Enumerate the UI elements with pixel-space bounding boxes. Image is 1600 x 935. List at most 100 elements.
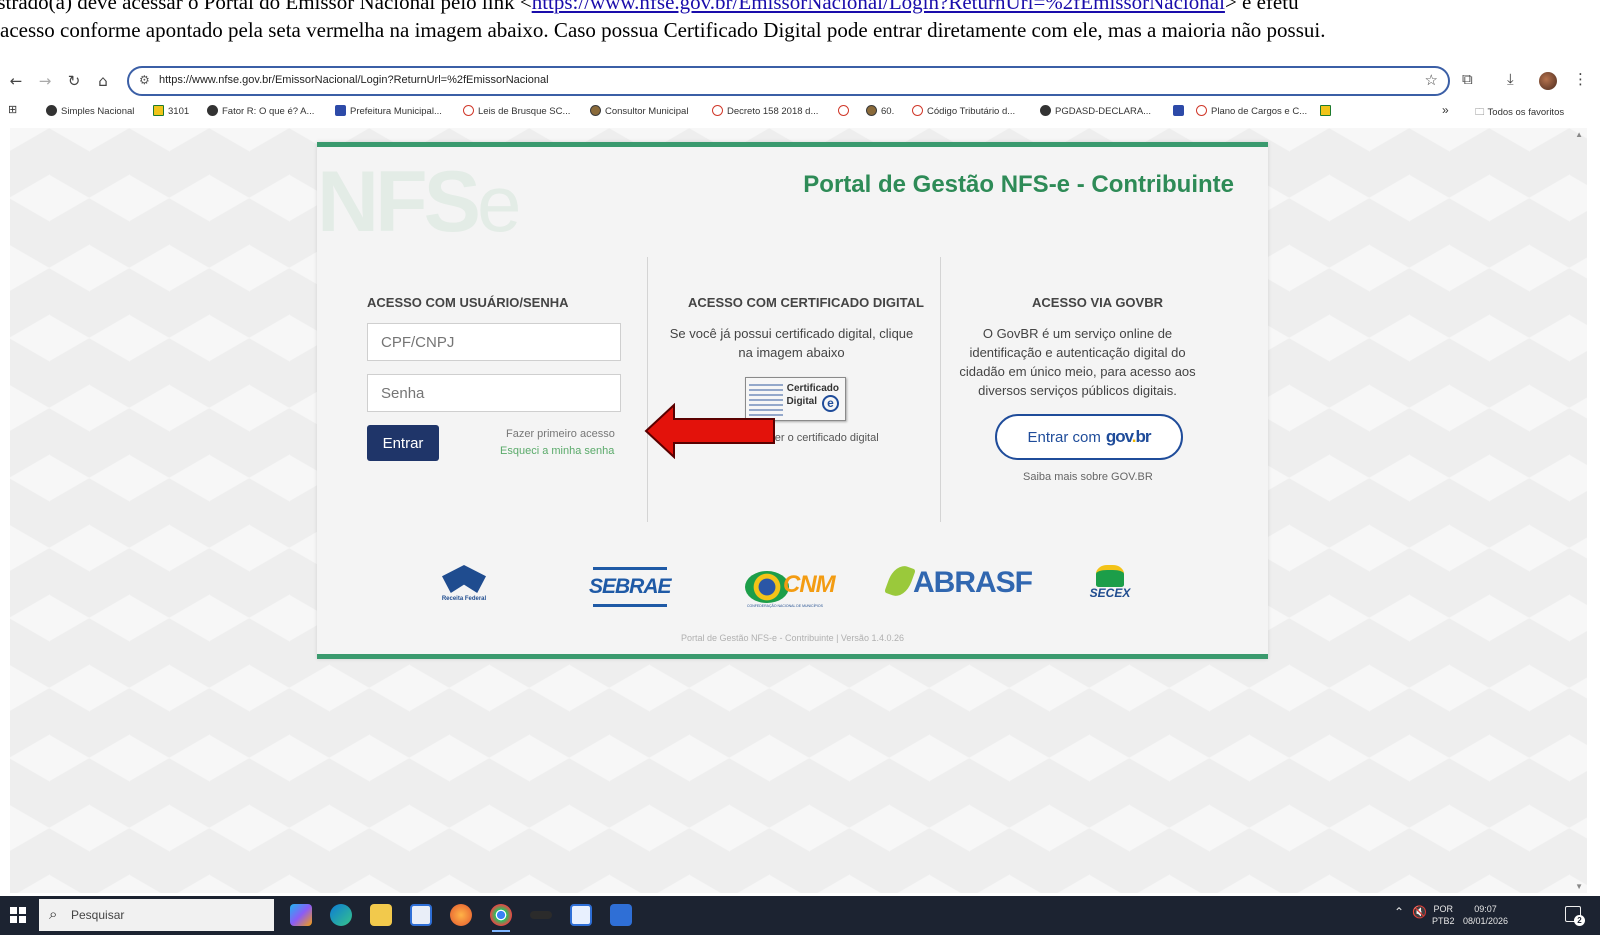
forgot-password-link[interactable]: Esqueci a minha senha (500, 445, 614, 457)
notification-badge: 2 (1574, 915, 1585, 926)
taskbar-search-label: Pesquisar (71, 908, 125, 922)
bookmarks-overflow[interactable]: » (1442, 103, 1449, 117)
chrome-icon[interactable] (490, 904, 512, 932)
bookmark-item[interactable]: Leis de Brusque SC... (463, 105, 570, 117)
secex-icon (1096, 565, 1124, 587)
flag-icon (1320, 105, 1331, 116)
abrasf-logo: ABRASF (884, 562, 1033, 600)
govbr-description: O GovBR é um serviço online de identific… (959, 326, 1196, 398)
bookmark-item[interactable]: Fator R: O que é? A... (207, 105, 314, 117)
bookmark-item[interactable] (1320, 105, 1335, 117)
bookmark-item[interactable]: Plano de Cargos e C... (1196, 105, 1307, 117)
apps-grid-icon[interactable]: ⊞ (8, 103, 17, 116)
profile-avatar[interactable] (1539, 72, 1557, 90)
copilot-icon[interactable] (290, 904, 312, 926)
leaf-icon (884, 562, 916, 600)
all-bookmarks[interactable]: 🗀 Todos os favoritos (1475, 105, 1564, 121)
bookmark-item[interactable]: PGDASD-DECLARA... (1040, 105, 1151, 117)
nfse-logo: NFSe (317, 154, 521, 250)
download-icon[interactable]: ⤓ (1507, 70, 1514, 88)
bookmark-item[interactable]: 3101 (153, 105, 189, 117)
bookmark-item[interactable]: Código Tributário d... (912, 105, 1015, 117)
firefox-icon[interactable] (450, 904, 472, 926)
windows-start-icon[interactable] (10, 907, 26, 923)
leis-icon (912, 105, 923, 116)
bookmark-item[interactable] (1173, 105, 1188, 117)
document-line-1: astrado(a) deve acessar o Portal do Emis… (0, 0, 1299, 15)
certificate-heading: ACESSO COM CERTIFICADO DIGITAL (688, 295, 924, 310)
bookmark-item[interactable]: Decreto 158 2018 d... (712, 105, 818, 117)
cnm-logo: CNM CONFEDERAÇÃO NACIONAL DE MUNICÍPIOS (745, 571, 836, 608)
column-divider (647, 257, 648, 522)
page-title: Portal de Gestão NFS-e - Contribuinte (803, 171, 1234, 198)
globe-icon (46, 105, 57, 116)
govbr-button-label: Entrar com (1027, 429, 1101, 446)
leis-icon (712, 105, 723, 116)
bookmark-item[interactable]: Simples Nacional (46, 105, 134, 117)
certificate-badge-label-2: Digital (786, 396, 817, 407)
scroll-down-icon[interactable]: ▼ (1575, 882, 1583, 891)
bookmark-item[interactable]: 60. (866, 105, 894, 117)
login-button[interactable]: Entrar (367, 425, 439, 461)
column-divider (940, 257, 941, 522)
bookmark-item[interactable] (838, 105, 853, 117)
first-access-link[interactable]: Fazer primeiro acesso (506, 428, 615, 440)
edge-icon[interactable] (330, 904, 352, 926)
clock[interactable]: 09:07 08/01/2026 (1463, 903, 1508, 927)
sebrae-logo: SEBRAE (589, 567, 672, 607)
document-line-2: acesso conforme apontado pela seta verme… (0, 18, 1326, 42)
govbr-heading: ACESSO VIA GOVBR (1032, 295, 1163, 310)
edge-icon (1173, 105, 1184, 116)
govbr-learn-more-link[interactable]: Saiba mais sobre GOV.BR (1023, 471, 1153, 483)
forward-icon[interactable]: → (34, 70, 56, 92)
document-text: astrado(a) deve acessar o Portal do Emis… (0, 0, 1600, 58)
leis-icon (838, 105, 849, 116)
scroll-up-icon[interactable]: ▲ (1575, 130, 1583, 139)
leis-icon (1196, 105, 1207, 116)
volume-icon[interactable]: 🔇 (1412, 905, 1427, 919)
app-icon[interactable] (530, 911, 552, 919)
browser-toolbar: ← → ↻ ⌂ ⚙ https://www.nfse.gov.br/Emisso… (0, 64, 1600, 98)
bookmark-item[interactable]: Prefeitura Municipal... (335, 105, 442, 117)
folder-icon: 🗀 (1475, 107, 1488, 118)
document-line-1-suffix: > e efetu (1224, 0, 1299, 14)
document-app-icon[interactable] (570, 904, 592, 926)
receita-federal-icon (442, 565, 486, 593)
site-info-icon[interactable]: ⚙ (139, 73, 150, 87)
document-icon (335, 105, 346, 116)
bookmarks-bar: ⊞ Simples Nacional 3101 Fator R: O que é… (0, 100, 1600, 124)
language-indicator[interactable]: POR PTB2 (1432, 903, 1455, 927)
back-icon[interactable]: ← (5, 70, 27, 92)
bookmark-star-icon[interactable]: ☆ (1425, 71, 1438, 89)
address-bar[interactable]: ⚙ https://www.nfse.gov.br/EmissorNaciona… (127, 66, 1450, 96)
certificate-description: Se você já possui certificado digital, c… (669, 326, 914, 360)
govbr-logo: gov.br (1105, 427, 1152, 446)
search-icon: ⌕ (49, 905, 58, 923)
login-heading: ACESSO COM USUÁRIO/SENHA (367, 295, 569, 310)
person-icon (866, 105, 877, 116)
store-icon[interactable] (410, 904, 432, 926)
govbr-login-button[interactable]: Entrar com gov.br (995, 414, 1183, 460)
taskbar-search[interactable]: ⌕ Pesquisar (39, 899, 274, 931)
document-portal-link[interactable]: https://www.nfse.gov.br/EmissorNacional/… (532, 0, 1225, 14)
word-icon[interactable] (610, 904, 632, 926)
secex-logo: SECEX (1085, 565, 1135, 599)
login-card: NFSe Portal de Gestão NFS-e - Contribuin… (317, 142, 1268, 659)
extensions-icon[interactable]: ⧉ (1462, 70, 1473, 88)
home-icon[interactable]: ⌂ (92, 70, 114, 92)
e-certificate-icon: e (822, 395, 839, 412)
receita-federal-logo: Receita Federal (439, 565, 489, 602)
bookmark-item[interactable]: Consultor Municipal (590, 105, 688, 117)
globe-icon (1040, 105, 1051, 116)
menu-icon[interactable]: ⋮ (1573, 70, 1588, 88)
reload-icon[interactable]: ↻ (63, 70, 85, 92)
notification-icon[interactable]: 2 (1565, 906, 1585, 926)
file-explorer-icon[interactable] (370, 904, 392, 926)
tray-chevron-icon[interactable]: ⌃ (1394, 905, 1404, 919)
password-input[interactable] (367, 374, 621, 412)
leis-icon (463, 105, 474, 116)
contabeis-icon (207, 105, 218, 116)
red-arrow-annotation (644, 403, 775, 459)
cpf-cnpj-input[interactable] (367, 323, 621, 361)
document-line-1-prefix: astrado(a) deve acessar o Portal do Emis… (0, 0, 532, 14)
